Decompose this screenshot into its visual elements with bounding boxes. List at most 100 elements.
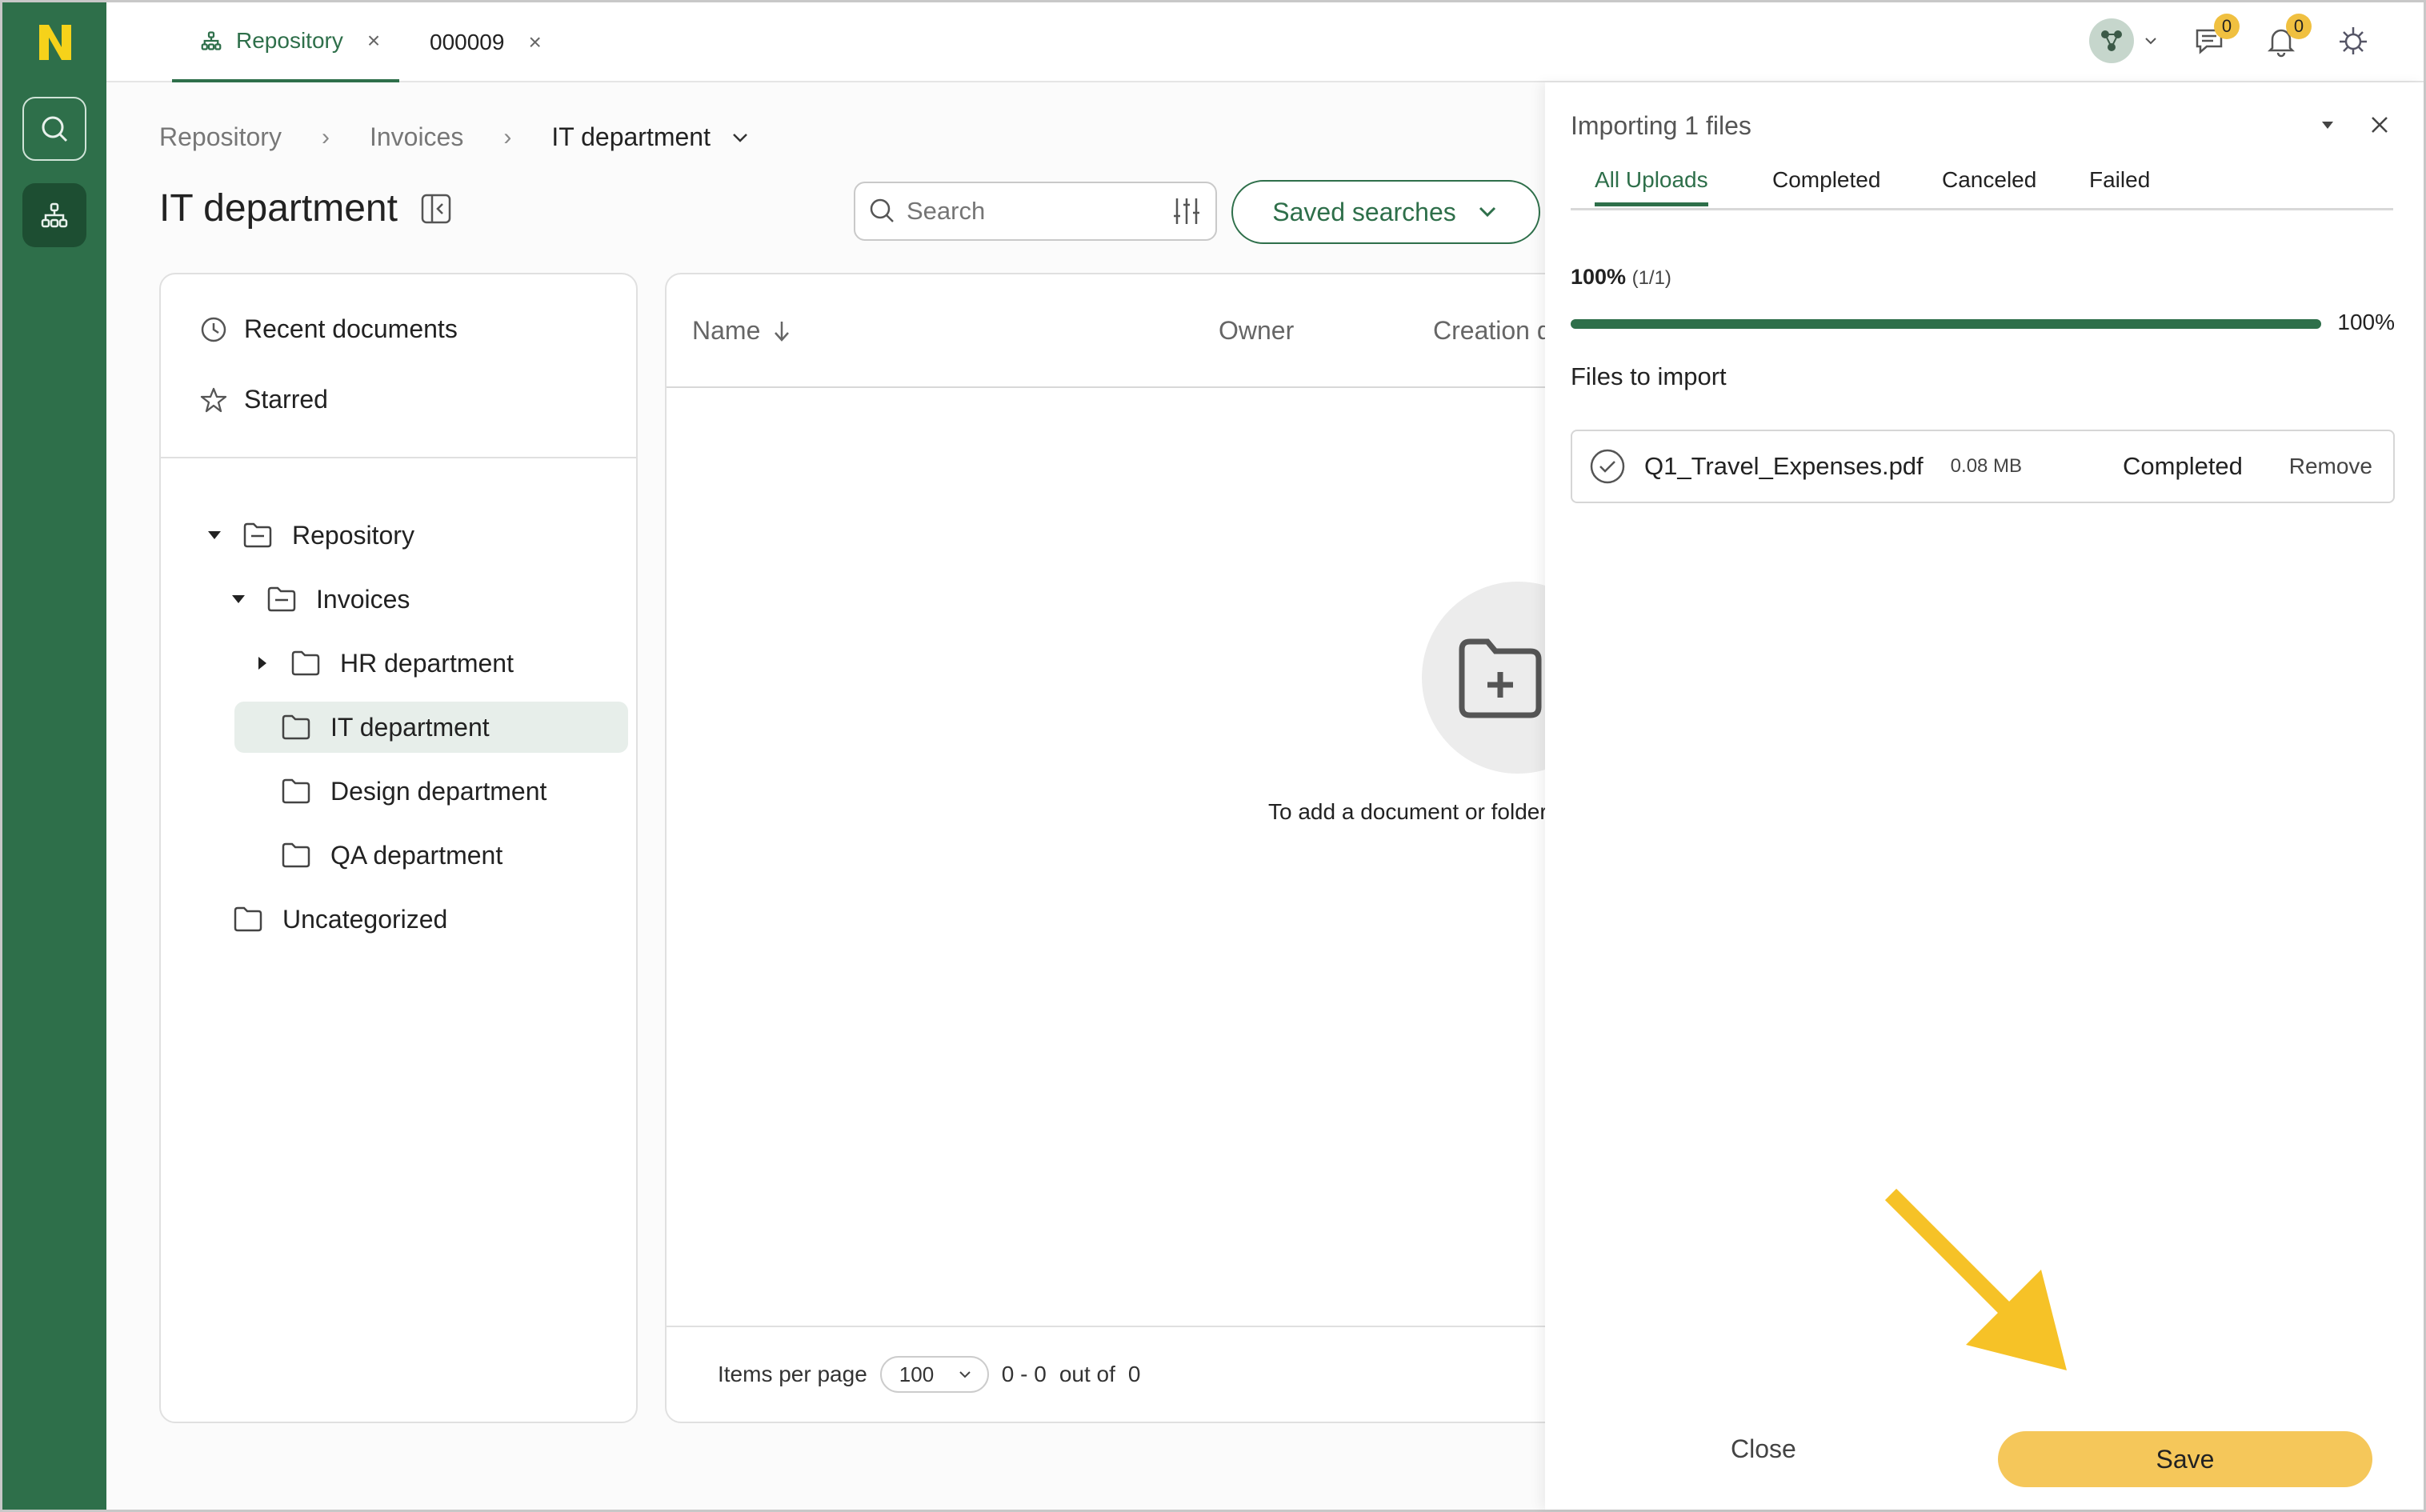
pagination-total: 0 [1127, 1362, 1141, 1386]
folder-icon [281, 778, 311, 805]
close-button[interactable]: Close [1731, 1434, 1796, 1464]
breadcrumb-invoices[interactable]: Invoices [370, 122, 463, 152]
check-circle-icon [1590, 449, 1625, 484]
remove-file-link[interactable]: Remove [2289, 454, 2372, 479]
progress-count: (1/1) [1631, 267, 1671, 289]
column-owner-header[interactable]: Owner [1219, 316, 1294, 346]
items-per-page-label: Items per page [718, 1362, 867, 1386]
close-tab-icon[interactable]: × [367, 28, 380, 54]
tree-item-uncategorized[interactable]: Uncategorized [226, 894, 447, 945]
save-button[interactable]: Save [1998, 1431, 2372, 1487]
messages-button[interactable]: 0 [2187, 14, 2240, 63]
folder-tree-panel: Recent documents Starred Repository Invo… [159, 273, 638, 1423]
clock-icon [201, 317, 226, 342]
hierarchy-icon [201, 31, 222, 50]
column-creation-date-header[interactable]: Creation d [1433, 316, 1551, 346]
folder-icon [281, 842, 311, 869]
search-box [854, 182, 1217, 241]
recent-documents-label: Recent documents [244, 314, 458, 343]
recent-documents-link[interactable]: Recent documents [199, 314, 458, 344]
saved-searches-label: Saved searches [1272, 197, 1456, 226]
search-input[interactable] [907, 197, 1147, 226]
upload-tabs: All Uploads Completed Canceled Failed [1571, 159, 2393, 210]
starred-label: Starred [244, 385, 328, 414]
tree-item-repository[interactable]: Repository [202, 510, 414, 561]
caret-down-icon[interactable] [202, 526, 226, 544]
import-title: Importing 1 files [1571, 111, 1751, 140]
breadcrumb-current[interactable]: IT department [551, 122, 711, 152]
chevron-down-icon [959, 1371, 971, 1378]
caret-down-icon[interactable] [2320, 117, 2336, 133]
progress-percent: 100% [1571, 265, 1627, 289]
saved-searches-button[interactable]: Saved searches [1231, 180, 1540, 244]
import-file-row: Q1_Travel_Expenses.pdf 0.08 MB Completed… [1571, 430, 2395, 503]
breadcrumb-repository[interactable]: Repository [159, 122, 282, 152]
notifications-button[interactable]: 0 [2259, 14, 2312, 63]
collapse-panel-icon[interactable] [420, 193, 452, 229]
notifications-badge: 0 [2286, 14, 2312, 39]
tree-item-it-department[interactable]: IT department [234, 702, 628, 753]
caret-right-icon[interactable] [250, 654, 274, 672]
search-nav-button[interactable] [22, 97, 86, 161]
user-menu[interactable] [2089, 18, 2160, 63]
tree-item-invoices[interactable]: Invoices [226, 574, 410, 625]
items-per-page-value: 100 [899, 1362, 935, 1386]
tab-all-uploads[interactable]: All Uploads [1595, 167, 1708, 206]
hierarchy-icon [41, 202, 68, 228]
caret-down-icon[interactable] [226, 590, 250, 608]
tree-item-hr-department[interactable]: HR department [250, 638, 514, 689]
pagination-bar: Items per page 100 0 - 0 out of 0 [667, 1326, 1623, 1422]
tree-item-label: Repository [292, 520, 414, 550]
tab-repository[interactable]: Repository × [172, 2, 399, 82]
starred-link[interactable]: Starred [199, 385, 328, 414]
pagination-range: 0 - 0 [1001, 1362, 1047, 1386]
tab-failed[interactable]: Failed [2089, 167, 2150, 204]
tree-item-label: IT department [330, 712, 490, 742]
messages-badge: 0 [2214, 14, 2240, 39]
table-header: Name Owner Creation d [667, 274, 1623, 388]
progress-label: 100% (1/1) [1571, 265, 1671, 290]
file-size: 0.08 MB [1950, 455, 2023, 477]
repository-nav-button[interactable] [22, 183, 86, 247]
breadcrumb-separator: › [503, 123, 512, 150]
page-title: IT department [159, 187, 398, 230]
column-label: Name [692, 316, 761, 345]
close-tab-icon[interactable]: × [528, 30, 541, 55]
header-actions: 0 0 [2089, 14, 2376, 63]
close-icon[interactable] [2369, 114, 2390, 135]
tree-item-label: Uncategorized [282, 904, 448, 934]
chevron-down-icon[interactable] [728, 126, 752, 150]
folder-icon [233, 906, 263, 933]
tab-label: 000009 [430, 30, 505, 54]
tab-000009[interactable]: 000009 × [430, 2, 590, 82]
tree-item-qa-department[interactable]: QA department [274, 830, 502, 881]
folder-open-icon [266, 586, 297, 613]
sort-down-icon [775, 321, 790, 342]
tab-canceled[interactable]: Canceled [1942, 167, 2036, 204]
progress-bar-percent: 100% [2337, 310, 2395, 334]
tab-bar: Repository × 000009 × 0 0 [106, 2, 2424, 82]
tree-item-label: Invoices [316, 584, 410, 614]
tree-item-design-department[interactable]: Design department [274, 766, 546, 817]
tree-item-label: QA department [330, 840, 503, 870]
column-label: Owner [1219, 316, 1295, 345]
folder-open-icon [242, 522, 273, 549]
breadcrumb-separator: › [321, 123, 330, 150]
files-to-import-label: Files to import [1571, 362, 1727, 390]
filter-sliders-icon[interactable] [1171, 195, 1203, 227]
bug-icon [2340, 27, 2367, 54]
progress-bar [1571, 319, 2321, 329]
tab-completed[interactable]: Completed [1772, 167, 1880, 204]
items-per-page-select[interactable]: 100 [879, 1356, 989, 1393]
column-name-header[interactable]: Name [692, 316, 792, 346]
folder-icon [290, 650, 321, 677]
tools-button[interactable] [2331, 18, 2376, 63]
search-icon [42, 116, 68, 142]
app-logo[interactable] [33, 20, 78, 65]
file-status: Completed [2123, 452, 2243, 480]
chevron-down-icon [1479, 206, 1495, 218]
annotation-arrow-icon [1884, 1188, 2067, 1370]
avatar [2089, 18, 2134, 63]
tab-label: Repository [236, 28, 343, 53]
documents-table: Name Owner Creation d To add a document … [665, 273, 1625, 1423]
